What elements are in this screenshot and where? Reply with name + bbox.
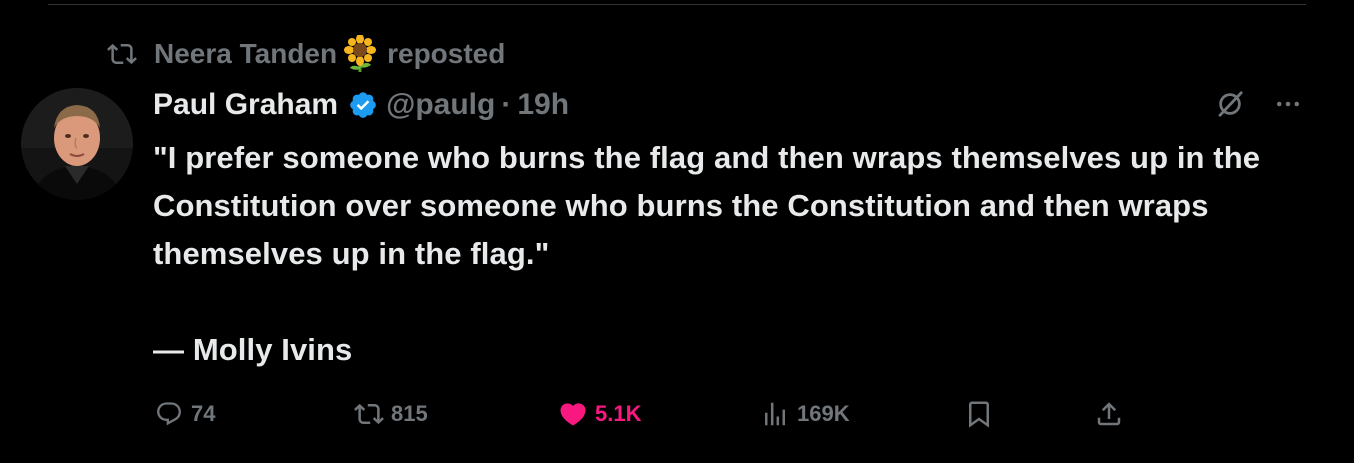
verified-badge-icon[interactable]	[348, 90, 378, 120]
repost-label: reposted	[387, 38, 506, 69]
repost-count: 815	[391, 401, 428, 426]
separator-dot: ·	[501, 88, 512, 121]
like-button[interactable]: 5.1K	[557, 392, 641, 436]
share-icon	[1093, 398, 1125, 430]
views-button[interactable]: 169K	[759, 392, 850, 436]
author-name[interactable]: Paul Graham	[153, 88, 338, 122]
author-handle[interactable]: @paulg	[386, 88, 495, 122]
repost-icon	[104, 36, 140, 72]
bookmark-button[interactable]	[963, 392, 1001, 436]
post-text: "I prefer someone who burns the flag and…	[153, 134, 1303, 374]
more-icon[interactable]	[1270, 86, 1306, 122]
post-header: Paul Graham @paulg · 19h	[153, 84, 569, 126]
post-quote: "I prefer someone who burns the flag and…	[153, 140, 1261, 271]
post-time[interactable]: 19h	[517, 88, 569, 122]
repost-button[interactable]: 815	[353, 392, 428, 436]
like-count: 5.1K	[595, 401, 642, 426]
reply-count: 74	[191, 401, 216, 426]
reply-button[interactable]: 74	[153, 392, 215, 436]
views-icon	[759, 398, 791, 430]
sunflower-icon	[343, 35, 377, 73]
share-button[interactable]	[1093, 392, 1131, 436]
post-top-controls	[1212, 86, 1306, 122]
repost-context[interactable]: Neera Tanden reposted	[104, 34, 505, 74]
repost-user-name[interactable]: Neera Tanden	[154, 38, 337, 70]
views-count: 169K	[797, 401, 850, 426]
reply-icon	[153, 398, 185, 430]
bookmark-icon	[963, 398, 995, 430]
post-attribution: — Molly Ivins	[153, 332, 353, 367]
heart-icon	[557, 398, 589, 430]
grok-icon[interactable]	[1212, 86, 1248, 122]
action-bar: 74 815 5.1K 169K	[153, 392, 1153, 436]
repost-icon	[353, 398, 385, 430]
avatar[interactable]	[21, 88, 133, 200]
top-divider	[48, 4, 1306, 5]
